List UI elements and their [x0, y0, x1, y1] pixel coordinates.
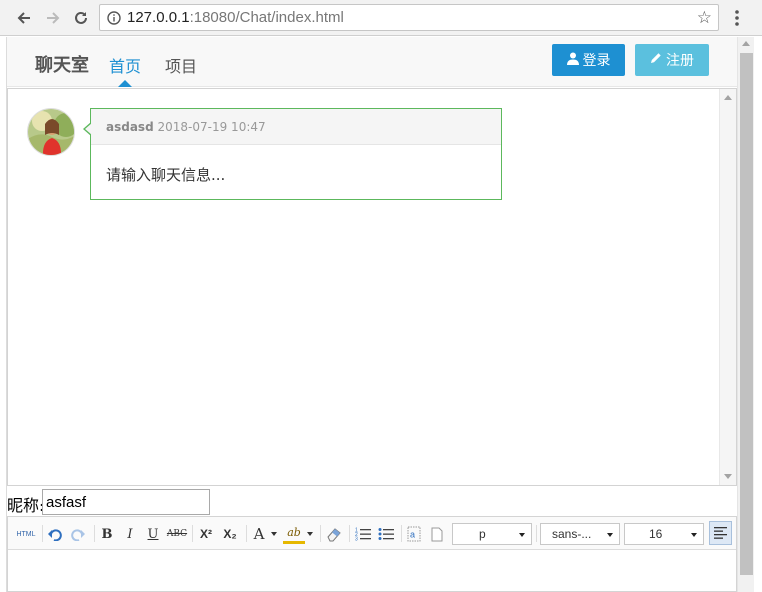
- nickname-input[interactable]: [42, 489, 210, 515]
- toolbar-separator: [246, 525, 247, 542]
- page-left-edge: [0, 37, 7, 592]
- bold-button[interactable]: B: [97, 524, 117, 544]
- highlight-dropdown-icon[interactable]: [307, 532, 313, 536]
- avatar: [27, 108, 75, 156]
- message-header: asdasd 2018-07-19 10:47: [91, 109, 501, 145]
- italic-button[interactable]: I: [120, 524, 140, 544]
- paragraph-format-select[interactable]: p: [452, 523, 532, 545]
- nav-projects-link[interactable]: 项目: [165, 53, 197, 77]
- address-bar[interactable]: 127.0.0.1:18080/Chat/index.html ☆: [99, 4, 719, 31]
- chevron-down-icon: [607, 533, 613, 537]
- font-color-dropdown-icon[interactable]: [271, 532, 277, 536]
- toolbar-separator: [42, 525, 43, 542]
- message-username: asdasd: [106, 120, 154, 134]
- paragraph-format-value: p: [479, 527, 486, 541]
- nav-home-link[interactable]: 首页: [109, 53, 141, 77]
- redo-icon[interactable]: [68, 524, 88, 544]
- underline-button[interactable]: U: [143, 524, 163, 544]
- brand-title[interactable]: 聊天室: [35, 51, 89, 77]
- chevron-down-icon: [519, 533, 525, 537]
- forward-icon[interactable]: [41, 6, 65, 30]
- align-left-button[interactable]: [709, 521, 732, 545]
- font-size-value: 16: [649, 527, 663, 541]
- toolbar-separator: [349, 525, 350, 542]
- ordered-list-icon[interactable]: 123: [352, 524, 374, 544]
- scrollbar-thumb[interactable]: [740, 53, 753, 575]
- message-text: 请输入聊天信息...: [106, 166, 226, 184]
- superscript-button[interactable]: X²: [195, 524, 217, 544]
- chat-scroll-up-icon[interactable]: [724, 95, 732, 100]
- register-button[interactable]: 注册: [635, 44, 709, 76]
- chat-scrollbar[interactable]: [719, 89, 736, 485]
- svg-text:a: a: [410, 530, 415, 540]
- editor-toolbar: HTML B I U ABC X² X₂ A ab 123 a p sans-.…: [8, 517, 736, 550]
- highlight-color-button[interactable]: ab: [283, 524, 305, 544]
- anchor-icon[interactable]: a: [404, 524, 424, 544]
- reload-icon[interactable]: [69, 6, 93, 30]
- chat-scroll-down-icon[interactable]: [724, 474, 732, 479]
- browser-menu-icon[interactable]: [727, 6, 747, 30]
- undo-icon[interactable]: [45, 524, 65, 544]
- rich-text-editor[interactable]: HTML B I U ABC X² X₂ A ab 123 a p sans-.…: [7, 516, 737, 592]
- toolbar-separator: [401, 525, 402, 542]
- navbar: 聊天室 首页 项目 登录 注册: [7, 37, 737, 87]
- bookmark-star-icon[interactable]: ☆: [697, 8, 712, 28]
- font-family-select[interactable]: sans-...: [540, 523, 620, 545]
- chat-messages-panel[interactable]: asdasd 2018-07-19 10:47 请输入聊天信息...: [7, 88, 737, 486]
- bubble-pointer-inner: [85, 123, 92, 135]
- toolbar-separator: [192, 525, 193, 542]
- register-label: 注册: [666, 53, 694, 69]
- font-color-button[interactable]: A: [249, 524, 269, 544]
- toolbar-separator: [94, 525, 95, 542]
- eraser-icon[interactable]: [323, 524, 345, 544]
- page-scrollbar[interactable]: [737, 37, 754, 592]
- html-source-button[interactable]: HTML: [15, 524, 37, 544]
- scroll-up-arrow-icon[interactable]: [742, 41, 750, 46]
- user-icon: [566, 52, 579, 69]
- url-host: 127.0.0.1: [127, 9, 190, 26]
- strikethrough-button[interactable]: ABC: [166, 524, 188, 544]
- chat-message-bubble: asdasd 2018-07-19 10:47 请输入聊天信息...: [83, 108, 502, 200]
- back-icon[interactable]: [12, 6, 36, 30]
- nickname-label: 昵称:: [7, 496, 45, 515]
- url-text: 127.0.0.1:18080/Chat/index.html: [127, 9, 344, 26]
- login-button[interactable]: 登录: [552, 44, 625, 76]
- pencil-icon: [650, 52, 662, 68]
- chevron-down-icon: [691, 533, 697, 537]
- toolbar-separator: [536, 525, 537, 542]
- info-icon[interactable]: [107, 10, 121, 29]
- subscript-button[interactable]: X₂: [219, 524, 241, 544]
- unordered-list-icon[interactable]: [375, 524, 397, 544]
- font-size-select[interactable]: 16: [624, 523, 704, 545]
- browser-toolbar: 127.0.0.1:18080/Chat/index.html ☆: [0, 0, 762, 36]
- message-timestamp: 2018-07-19 10:47: [157, 120, 266, 134]
- svg-text:3: 3: [355, 537, 358, 542]
- page-icon[interactable]: [427, 524, 447, 544]
- font-family-value: sans-...: [552, 527, 592, 541]
- login-label: 登录: [582, 53, 611, 69]
- url-path: :18080/Chat/index.html: [189, 9, 344, 26]
- toolbar-separator: [320, 525, 321, 542]
- active-nav-indicator: [118, 80, 132, 87]
